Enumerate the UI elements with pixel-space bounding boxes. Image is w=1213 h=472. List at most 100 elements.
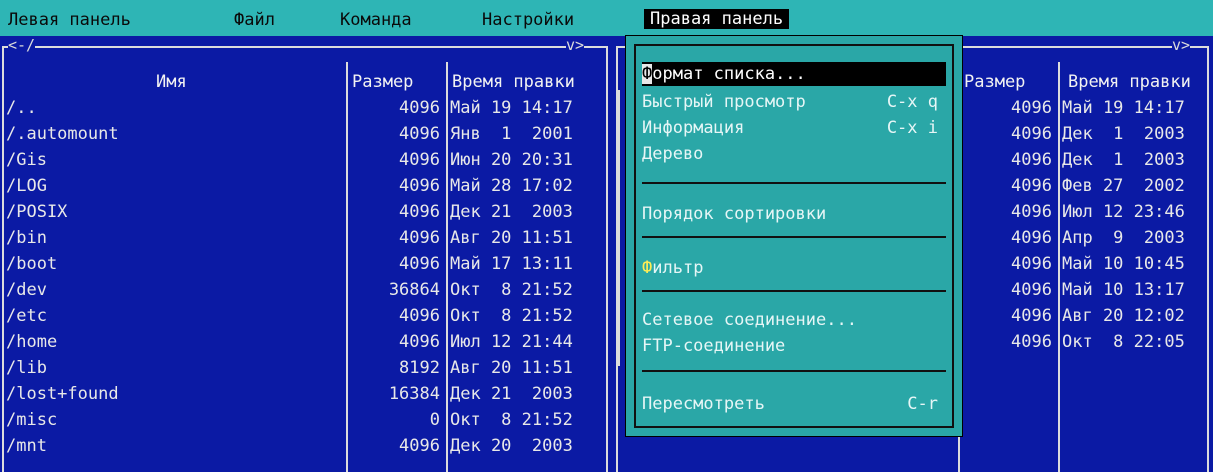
file-row[interactable]: /lib 8192 Авг 20 11:51 <box>0 356 606 380</box>
file-row[interactable]: /lost+found 16384 Дек 21 2003 <box>0 382 606 406</box>
file-row[interactable]: /etc 4096 Окт 8 21:52 <box>0 304 606 328</box>
file-size: 4096 <box>399 202 440 222</box>
menu-item-hotkey: Ф <box>642 258 653 278</box>
file-size: 36864 <box>388 280 440 300</box>
file-name: /lost+found <box>6 384 119 404</box>
menu-item-shortcut: C-x q <box>886 92 938 112</box>
file-mtime: Дек 21 2003 <box>450 384 573 404</box>
menu-item-label: Сетевое соединение... <box>642 310 857 330</box>
menu-item[interactable]: Пересмотреть C-r <box>642 392 946 416</box>
file-size: 4096 <box>399 150 440 170</box>
file-size: 4096 <box>1011 254 1052 274</box>
file-size: 4096 <box>399 332 440 352</box>
file-row[interactable]: /misc 0 Окт 8 21:52 <box>0 408 606 432</box>
file-name: /Gis <box>6 150 47 170</box>
menu-item-shortcut: C-r <box>907 394 938 414</box>
left-panel-top-border <box>2 46 608 48</box>
menu-item-hotkey: Ф <box>642 64 653 84</box>
menu-command[interactable]: Команда <box>340 10 412 30</box>
panel-corner-indicator[interactable]: v> <box>566 36 585 54</box>
menu-item[interactable]: FTP-соединение <box>642 334 946 358</box>
file-mtime: Май 28 17:02 <box>450 176 573 196</box>
menu-bar: Левая панель Файл Команда Настройки Прав… <box>0 0 1213 36</box>
file-size: 4096 <box>399 98 440 118</box>
column-header-size[interactable]: Размер <box>964 72 1025 92</box>
file-mtime: Май 17 13:11 <box>450 254 573 274</box>
menu-item[interactable]: Информация C-x i <box>642 116 946 140</box>
file-row[interactable]: /.automount 4096 Янв 1 2001 <box>0 122 606 146</box>
file-row[interactable]: /dev 36864 Окт 8 21:52 <box>0 278 606 302</box>
menu-item[interactable]: Формат списка... <box>642 62 946 86</box>
menu-left-panel[interactable]: Левая панель <box>8 10 131 30</box>
menu-item-shortcut: C-x i <box>886 118 938 138</box>
file-mtime: Дек 21 2003 <box>450 202 573 222</box>
file-name: /lib <box>6 358 47 378</box>
menu-separator <box>642 182 946 184</box>
menu-item-label: ормат списка... <box>652 64 806 84</box>
file-mtime: Июл 12 21:44 <box>450 332 573 352</box>
file-size: 4096 <box>399 306 440 326</box>
right-panel-menu: Формат списка... Быстрый просмотр C-x q Инф… <box>626 36 962 436</box>
file-mtime: Дек 1 2003 <box>1062 124 1185 144</box>
column-header-size[interactable]: Размер <box>352 72 413 92</box>
menu-item[interactable]: Сетевое соединение... <box>642 308 946 332</box>
file-mtime: Окт 8 21:52 <box>450 410 573 430</box>
file-name: /.. <box>6 98 37 118</box>
left-panel: <-/ v> Имя Размер Время правки /.. 4096 Ма… <box>0 36 610 472</box>
file-row[interactable]: /POSIX 4096 Дек 21 2003 <box>0 200 606 224</box>
file-name: /boot <box>6 254 58 274</box>
file-size: 4096 <box>399 436 440 456</box>
left-panel-right-border <box>606 46 608 472</box>
menu-item-label: ильтр <box>652 258 704 278</box>
menu-item-label: Быстрый просмотр <box>642 92 806 112</box>
file-size: 4096 <box>399 176 440 196</box>
menu-item-label: Пересмотреть <box>642 394 765 414</box>
file-size: 4096 <box>399 228 440 248</box>
file-size: 4096 <box>1011 98 1052 118</box>
menu-item[interactable]: Быстрый просмотр C-x q <box>642 90 946 114</box>
panel-path-label: <-/ <box>8 36 36 54</box>
file-name: /.automount <box>6 124 119 144</box>
column-header-name[interactable]: Имя <box>156 72 187 92</box>
file-name: /LOG <box>6 176 47 196</box>
menu-item[interactable]: Порядок сортировки <box>642 202 946 226</box>
file-mtime: Апр 9 2003 <box>1062 228 1185 248</box>
menu-item[interactable]: Фильтр <box>642 256 946 280</box>
file-name: /POSIX <box>6 202 68 222</box>
column-header-mtime[interactable]: Время правки <box>452 72 575 92</box>
file-mtime: Фев 27 2002 <box>1062 176 1185 196</box>
menu-settings[interactable]: Настройки <box>482 10 574 30</box>
file-mtime: Май 10 13:17 <box>1062 280 1185 300</box>
panel-corner-indicator[interactable]: v> <box>1172 36 1191 54</box>
file-row[interactable]: /mnt 4096 Дек 20 2003 <box>0 434 606 458</box>
menu-file[interactable]: Файл <box>234 10 275 30</box>
file-size: 4096 <box>1011 202 1052 222</box>
file-row[interactable]: /.. 4096 Май 19 14:17 <box>0 96 606 120</box>
file-size: 4096 <box>1011 176 1052 196</box>
menu-item-label: Дерево <box>642 144 704 164</box>
file-mtime: Авг 20 11:51 <box>450 358 573 378</box>
file-size: 4096 <box>1011 280 1052 300</box>
column-header-mtime[interactable]: Время правки <box>1068 72 1191 92</box>
file-row[interactable]: /LOG 4096 Май 28 17:02 <box>0 174 606 198</box>
file-size: 4096 <box>1011 228 1052 248</box>
file-row[interactable]: /home 4096 Июл 12 21:44 <box>0 330 606 354</box>
menu-item-label: FTP-соединение <box>642 336 786 356</box>
file-name: /dev <box>6 280 47 300</box>
menu-right-panel[interactable]: Правая панель <box>644 9 790 29</box>
file-name: /misc <box>6 410 58 430</box>
file-mtime: Янв 1 2001 <box>450 124 573 144</box>
file-mtime: Май 19 14:17 <box>1062 98 1185 118</box>
file-mtime: Авг 20 12:02 <box>1062 306 1185 326</box>
file-mtime: Июл 12 23:46 <box>1062 202 1185 222</box>
file-row[interactable]: /Gis 4096 Июн 20 20:31 <box>0 148 606 172</box>
menu-item[interactable]: Дерево <box>642 142 946 166</box>
file-row[interactable]: /boot 4096 Май 17 13:11 <box>0 252 606 276</box>
file-mtime: Авг 20 11:51 <box>450 228 573 248</box>
file-size: 0 <box>429 410 440 430</box>
file-size: 4096 <box>1011 332 1052 352</box>
file-size: 8192 <box>399 358 440 378</box>
file-name: /bin <box>6 228 47 248</box>
file-mtime: Окт 8 21:52 <box>450 306 573 326</box>
file-row[interactable]: /bin 4096 Авг 20 11:51 <box>0 226 606 250</box>
